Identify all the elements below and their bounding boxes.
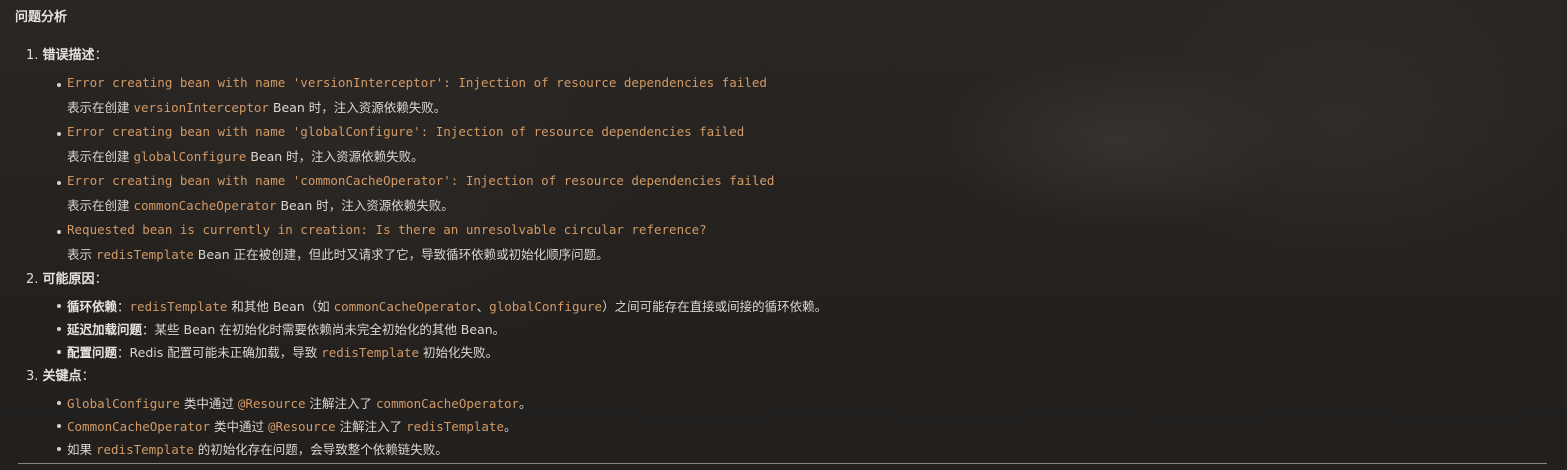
bullet-dot	[57, 327, 61, 331]
inline-code: commonCacheOperator	[376, 396, 520, 411]
desc-code: globalConfigure	[133, 149, 247, 164]
section-3-heading: 3. 关键点：	[26, 365, 95, 384]
desc-code: redisTemplate	[95, 247, 194, 262]
error-description-2: 表示在创建 globalConfigure Bean 时，注入资源依赖失败。	[67, 146, 424, 165]
key-text: 注解注入了	[335, 419, 407, 434]
inline-code: redisTemplate	[406, 419, 504, 434]
key-text: 的初始化存在问题，会导致整个依赖链失败。	[193, 442, 448, 457]
inline-code: GlobalConfigure	[67, 396, 180, 411]
section-1-label: 错误描述	[42, 48, 95, 63]
bullet-dot	[57, 350, 61, 354]
bullet-dot	[57, 230, 61, 234]
desc-text: 表示在创建	[67, 198, 134, 213]
bullet-dot	[57, 401, 61, 405]
inline-code: globalConfigure	[489, 299, 603, 314]
key-text: 如果	[67, 442, 96, 457]
section-1-colon: ：	[94, 48, 108, 63]
cause-text: 、	[476, 299, 490, 314]
error-description-1: 表示在创建 versionInterceptor Bean 时，注入资源依赖失败…	[67, 97, 446, 116]
inline-code: redisTemplate	[95, 442, 194, 457]
section-2-label: 可能原因	[42, 272, 95, 287]
inline-code: redisTemplate	[321, 345, 420, 360]
error-message-4: Requested bean is currently in creation:…	[67, 222, 707, 237]
cause-text: ）之间可能存在直接或间接的循环依赖。	[602, 299, 828, 314]
section-1-heading: 1. 错误描述：	[26, 44, 108, 63]
cause-text: 初始化失败。	[419, 345, 499, 360]
section-2-colon: ：	[94, 272, 108, 287]
error-description-4: 表示 redisTemplate Bean 正在被创建，但此时又请求了它，导致循…	[67, 244, 609, 263]
cause-label: 配置问题	[67, 345, 118, 360]
analysis-panel: 问题分析 1. 错误描述： Error creating bean with n…	[0, 0, 1567, 470]
key-point-3: 如果 redisTemplate 的初始化存在问题，会导致整个依赖链失败。	[67, 439, 448, 458]
cause-sep: ：	[142, 322, 155, 337]
desc-text: Bean 时，注入资源依赖失败。	[246, 149, 424, 164]
error-message-1: Error creating bean with name 'versionIn…	[67, 75, 767, 90]
bullet-dot	[57, 83, 61, 87]
inline-code: CommonCacheOperator	[67, 419, 210, 434]
cause-label: 循环依赖	[67, 299, 118, 314]
key-text: 。	[503, 419, 517, 434]
section-title: 问题分析	[15, 10, 68, 25]
desc-text: 表示在创建	[67, 149, 134, 164]
key-text: 注解注入了	[305, 396, 377, 411]
cause-text: 和其他 Bean（如	[227, 299, 334, 314]
desc-text: Bean 正在被创建，但此时又请求了它，导致循环依赖或初始化顺序问题。	[193, 247, 609, 262]
bullet-dot	[57, 181, 61, 185]
desc-code: commonCacheOperator	[133, 198, 277, 213]
error-description-3: 表示在创建 commonCacheOperator Bean 时，注入资源依赖失…	[67, 195, 454, 214]
section-1-number: 1.	[26, 48, 39, 63]
divider	[18, 463, 1547, 464]
bullet-dot	[57, 447, 61, 451]
section-3-colon: ：	[81, 369, 95, 384]
cause-text: Redis 配置可能未正确加载，导致	[129, 345, 322, 360]
desc-code: versionInterceptor	[133, 100, 269, 115]
section-3-number: 3.	[26, 369, 39, 384]
cause-circular-dependency: 循环依赖：redisTemplate 和其他 Bean（如 commonCach…	[67, 296, 827, 315]
cause-label: 延迟加载问题	[67, 322, 143, 337]
key-text: 类中通过	[210, 419, 268, 434]
bullet-dot	[57, 132, 61, 136]
bullet-dot	[57, 424, 61, 428]
cause-sep: ：	[117, 345, 130, 360]
section-3-label: 关键点	[42, 369, 82, 384]
section-2-heading: 2. 可能原因：	[26, 268, 108, 287]
desc-text: Bean 时，注入资源依赖失败。	[276, 198, 454, 213]
inline-code: @Resource	[267, 419, 336, 434]
inline-code: commonCacheOperator	[333, 299, 477, 314]
key-point-1: GlobalConfigure 类中通过 @Resource 注解注入了 com…	[67, 393, 532, 412]
cause-sep: ：	[117, 299, 130, 314]
inline-code: @Resource	[237, 396, 306, 411]
inline-code: redisTemplate	[129, 299, 228, 314]
error-message-3: Error creating bean with name 'commonCac…	[67, 173, 775, 188]
key-text: 类中通过	[179, 396, 238, 411]
desc-text: Bean 时，注入资源依赖失败。	[268, 100, 447, 115]
cause-lazy-loading: 延迟加载问题：某些 Bean 在初始化时需要依赖尚未完全初始化的其他 Bean。	[67, 319, 505, 338]
desc-text: 表示	[67, 247, 96, 262]
cause-configuration: 配置问题：Redis 配置可能未正确加载，导致 redisTemplate 初始…	[67, 342, 498, 361]
desc-text: 表示在创建	[67, 100, 134, 115]
key-text: 。	[519, 396, 532, 411]
bullet-dot	[57, 304, 61, 308]
cause-text: 某些 Bean 在初始化时需要依赖尚未完全初始化的其他 Bean。	[154, 322, 506, 337]
error-message-2: Error creating bean with name 'globalCon…	[67, 124, 745, 139]
section-2-number: 2.	[26, 272, 39, 287]
key-point-2: CommonCacheOperator 类中通过 @Resource 注解注入了…	[67, 416, 517, 435]
